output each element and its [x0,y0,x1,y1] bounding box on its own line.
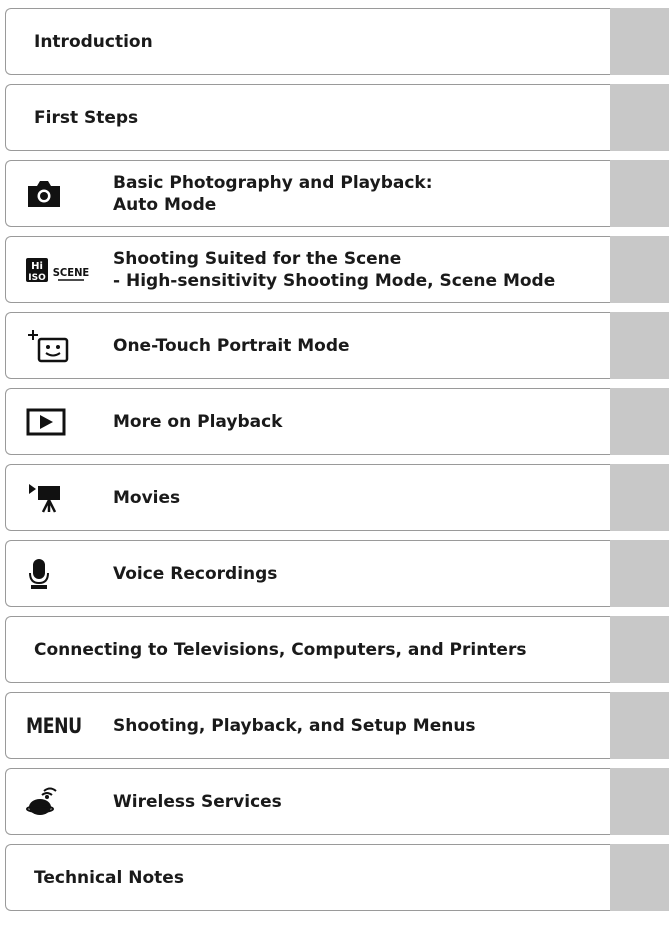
svg-text:Hi: Hi [31,261,43,272]
toc-label-introduction: Introduction [34,31,153,52]
toc-item-connecting[interactable]: Connecting to Televisions, Computers, an… [5,615,669,683]
toc-item-introduction[interactable]: Introduction [5,7,669,75]
table-of-contents: Introduction First Steps Basic Photograp… [5,7,669,920]
toc-label-shooting-playback-setup-menus: Shooting, Playback, and Setup Menus [113,715,476,736]
hi-iso-scene-icon: Hi ISO SCENE [26,255,90,285]
toc-item-shooting-playback-setup-menus[interactable]: MENU Shooting, Playback, and Setup Menus [5,691,669,759]
toc-label-first-steps: First Steps [34,107,139,128]
toc-item-technical-notes[interactable]: Technical Notes [5,843,669,911]
menu-icon-text: MENU [26,713,82,738]
toc-label-technical-notes: Technical Notes [34,867,184,888]
toc-item-basic-photography[interactable]: Basic Photography and Playback: Auto Mod… [5,159,669,227]
toc-label-wireless-services: Wireless Services [113,791,282,812]
svg-text:SCENE: SCENE [53,266,90,279]
toc-label-more-on-playback: More on Playback [113,411,283,432]
portrait-face-icon [26,328,70,364]
toc-item-first-steps[interactable]: First Steps [5,83,669,151]
microphone-icon [26,557,52,591]
toc-item-wireless-services[interactable]: Wireless Services [5,767,669,835]
toc-item-more-on-playback[interactable]: More on Playback [5,387,669,455]
toc-item-voice-recordings[interactable]: Voice Recordings [5,539,669,607]
toc-label-shooting-suited-scene: Shooting Suited for the Scene - High-sen… [113,248,556,291]
toc-label-movies: Movies [113,487,181,508]
svg-text:ISO: ISO [28,273,46,283]
movie-camera-icon [26,482,66,514]
toc-item-movies[interactable]: Movies [5,463,669,531]
wireless-icon [26,785,58,819]
menu-icon: MENU [26,714,94,738]
toc-label-basic-photography: Basic Photography and Playback: Auto Mod… [113,172,433,215]
toc-item-shooting-suited-scene[interactable]: Hi ISO SCENE Shooting Suited for the Sce… [5,235,669,303]
toc-label-voice-recordings: Voice Recordings [113,563,278,584]
camera-icon [26,179,62,209]
toc-item-one-touch-portrait[interactable]: One-Touch Portrait Mode [5,311,669,379]
toc-label-connecting: Connecting to Televisions, Computers, an… [34,639,527,660]
playback-icon [26,408,66,436]
toc-label-one-touch-portrait: One-Touch Portrait Mode [113,335,350,356]
